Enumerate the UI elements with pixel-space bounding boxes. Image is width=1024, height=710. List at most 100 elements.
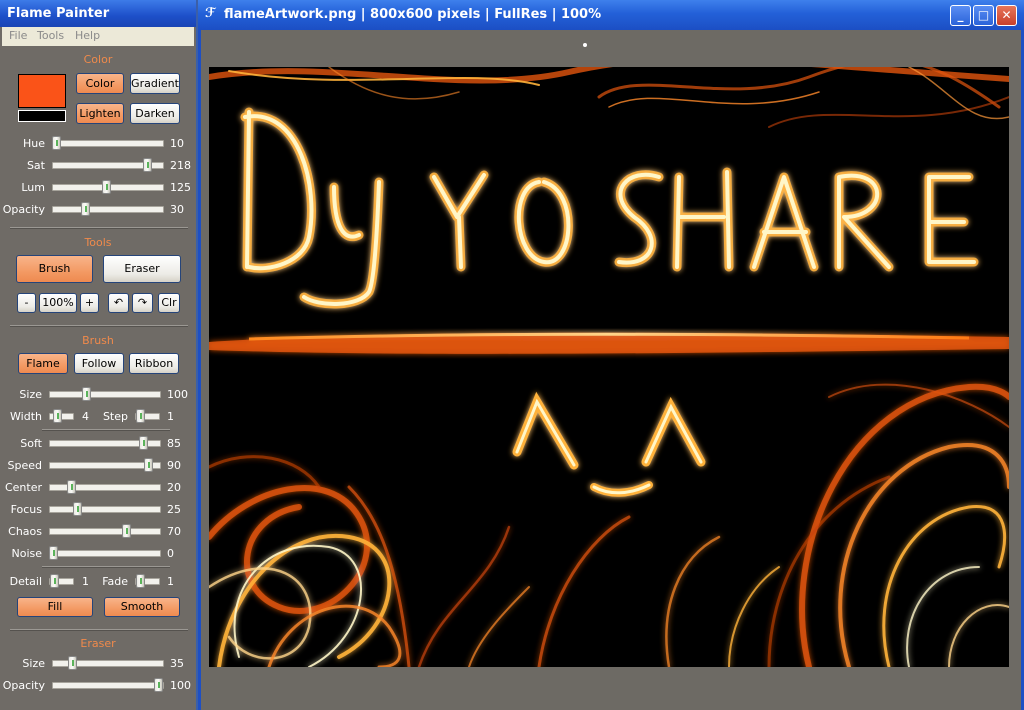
zoom-in-button[interactable]: + <box>80 293 99 313</box>
width-slider-thumb[interactable] <box>53 409 63 423</box>
color-opacity-slider-thumb[interactable] <box>81 202 90 216</box>
lum-label: Lum <box>21 181 45 194</box>
width-slider[interactable] <box>49 409 74 423</box>
focus-slider-thumb[interactable] <box>72 502 82 516</box>
chaos-slider[interactable] <box>49 524 161 538</box>
brush-size-value: 100 <box>167 388 188 401</box>
step-value: 1 <box>167 410 174 423</box>
smooth-button[interactable]: Smooth <box>104 597 180 617</box>
hue-label: Hue <box>22 137 45 150</box>
mouse-cursor <box>583 43 587 47</box>
menu-bar: File Tools Help <box>2 27 194 46</box>
focus-label: Focus <box>10 503 42 516</box>
close-icon: ✕ <box>1001 8 1012 22</box>
canvas-background <box>209 67 1009 667</box>
darken-button[interactable]: Darken <box>130 103 180 124</box>
noise-label: Noise <box>11 547 42 560</box>
fade-slider-thumb[interactable] <box>135 574 145 588</box>
document-title: flameArtwork.png | 800x600 pixels | Full… <box>224 7 602 22</box>
divider <box>10 227 188 229</box>
speed-slider-thumb[interactable] <box>144 458 153 472</box>
step-slider-thumb[interactable] <box>135 409 145 423</box>
menu-tools[interactable]: Tools <box>37 29 64 42</box>
divider <box>10 629 188 631</box>
clear-button[interactable]: Clr <box>158 293 180 313</box>
eraser-opacity-slider-thumb[interactable] <box>153 678 163 692</box>
tool-panel: Flame Painter File Tools Help Color Colo… <box>0 0 198 710</box>
width-label: Width <box>10 410 42 423</box>
lum-slider-thumb[interactable] <box>101 180 111 194</box>
color-section-label: Color <box>83 53 113 66</box>
chaos-slider-thumb[interactable] <box>122 524 131 538</box>
fill-button[interactable]: Fill <box>17 597 93 617</box>
fade-value: 1 <box>167 575 174 588</box>
noise-slider-thumb[interactable] <box>49 546 59 560</box>
detail-label: Detail <box>9 575 42 588</box>
soft-slider-thumb[interactable] <box>138 436 148 450</box>
eraser-size-slider-thumb[interactable] <box>67 656 77 670</box>
eraser-opacity-value: 100 <box>170 679 191 692</box>
eraser-size-slider[interactable] <box>52 656 164 670</box>
divider <box>10 325 188 327</box>
panel-title: Flame Painter <box>0 0 196 27</box>
hue-slider-thumb[interactable] <box>52 136 62 150</box>
artwork-canvas[interactable] <box>209 67 1009 667</box>
step-slider[interactable] <box>135 409 160 423</box>
center-slider[interactable] <box>49 480 161 494</box>
zoom-out-button[interactable]: - <box>17 293 36 313</box>
lum-slider[interactable] <box>52 180 164 194</box>
document-title-bar[interactable]: ℱ flameArtwork.png | 800x600 pixels | Fu… <box>198 0 1024 30</box>
fade-slider[interactable] <box>135 574 160 588</box>
minimize-icon: _ <box>957 8 964 22</box>
zoom-level-display[interactable]: 100% <box>39 293 77 313</box>
close-button[interactable]: ✕ <box>996 5 1017 26</box>
brush-tool-button[interactable]: Brush <box>16 255 93 283</box>
foreground-color-swatch[interactable] <box>18 74 66 108</box>
eraser-size-label: Size <box>22 657 45 670</box>
menu-file[interactable]: File <box>9 29 27 42</box>
detail-slider[interactable] <box>49 574 74 588</box>
lum-value: 125 <box>170 181 191 194</box>
redo-button[interactable]: ↷ <box>132 293 153 313</box>
detail-slider-thumb[interactable] <box>49 574 59 588</box>
sat-value: 218 <box>170 159 191 172</box>
brush-size-label: Size <box>19 388 42 401</box>
background-color-swatch[interactable] <box>18 110 66 122</box>
speed-label: Speed <box>7 459 42 472</box>
sat-slider-thumb[interactable] <box>142 158 152 172</box>
ribbon-mode-button[interactable]: Ribbon <box>129 353 179 374</box>
detail-value: 1 <box>82 575 89 588</box>
eraser-opacity-slider[interactable] <box>52 678 164 692</box>
color-opacity-slider[interactable] <box>52 202 164 216</box>
noise-value: 0 <box>167 547 174 560</box>
center-value: 20 <box>167 481 181 494</box>
eraser-tool-button[interactable]: Eraser <box>103 255 181 283</box>
hue-slider[interactable] <box>52 136 164 150</box>
sat-slider[interactable] <box>52 158 164 172</box>
brush-size-slider[interactable] <box>49 387 161 401</box>
speed-slider[interactable] <box>49 458 161 472</box>
lighten-button[interactable]: Lighten <box>76 103 124 124</box>
undo-button[interactable]: ↶ <box>108 293 129 313</box>
color-opacity-value: 30 <box>170 203 184 216</box>
eraser-size-value: 35 <box>170 657 184 670</box>
flame-mode-button[interactable]: Flame <box>18 353 68 374</box>
center-slider-thumb[interactable] <box>67 480 76 494</box>
fade-label: Fade <box>102 575 128 588</box>
maximize-button[interactable]: □ <box>973 5 994 26</box>
color-mode-button[interactable]: Color <box>76 73 124 94</box>
eraser-opacity-label: Opacity <box>2 679 45 692</box>
maximize-icon: □ <box>977 8 990 22</box>
focus-slider[interactable] <box>49 502 161 516</box>
menu-help[interactable]: Help <box>75 29 100 42</box>
eraser-section-label: Eraser <box>80 637 116 650</box>
brush-size-slider-thumb[interactable] <box>82 387 92 401</box>
width-value: 4 <box>82 410 89 423</box>
center-label: Center <box>4 481 42 494</box>
gradient-mode-button[interactable]: Gradient <box>130 73 180 94</box>
soft-slider[interactable] <box>49 436 161 450</box>
hue-value: 10 <box>170 137 184 150</box>
noise-slider[interactable] <box>49 546 161 560</box>
minimize-button[interactable]: _ <box>950 5 971 26</box>
follow-mode-button[interactable]: Follow <box>74 353 124 374</box>
